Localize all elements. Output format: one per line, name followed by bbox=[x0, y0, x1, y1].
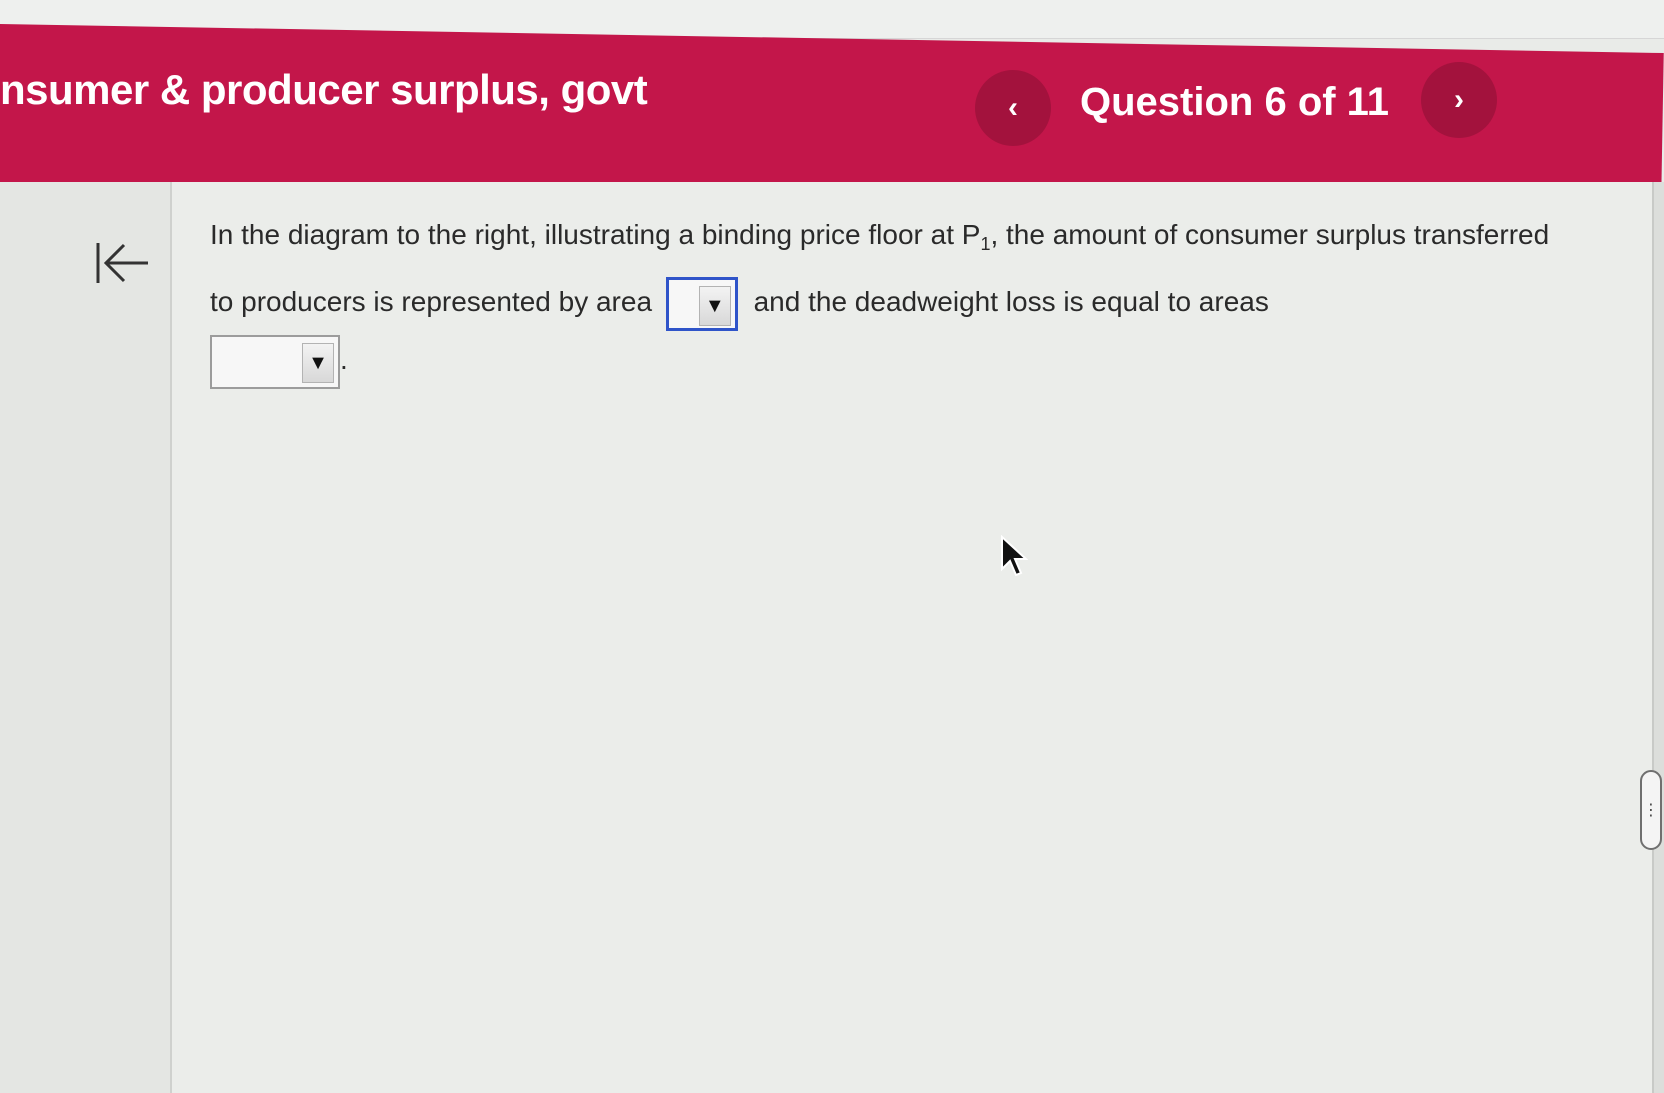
previous-question-button[interactable]: ‹ bbox=[975, 70, 1051, 146]
chevron-right-icon: › bbox=[1454, 83, 1464, 116]
more-vertical-icon: ⋮ bbox=[1643, 802, 1659, 819]
left-pane bbox=[0, 182, 172, 1093]
question-text-end: . bbox=[340, 344, 348, 375]
dropdown-arrow-icon[interactable]: ▼ bbox=[302, 342, 334, 383]
question-text: In the diagram to the right, illustratin… bbox=[210, 206, 1580, 389]
question-text-part1: In the diagram to the right, illustratin… bbox=[210, 219, 981, 250]
price-subscript: 1 bbox=[980, 234, 991, 254]
next-question-button[interactable]: › bbox=[1421, 62, 1497, 138]
deadweight-loss-dropdown[interactable]: ▼ bbox=[210, 334, 340, 389]
question-counter: Question 6 of 11 bbox=[1080, 80, 1389, 124]
mouse-cursor-icon bbox=[1001, 535, 1028, 577]
collapse-panel-icon[interactable] bbox=[92, 235, 152, 291]
right-panel-edge bbox=[1652, 182, 1664, 1093]
consumer-surplus-transfer-dropdown[interactable]: ▼ bbox=[665, 276, 738, 331]
assignment-title: nsumer & producer surplus, govt bbox=[0, 66, 648, 113]
dropdown-arrow-icon[interactable]: ▼ bbox=[698, 285, 731, 326]
chevron-left-icon: ‹ bbox=[1008, 91, 1018, 124]
panel-resize-handle[interactable]: ⋮ bbox=[1640, 770, 1662, 850]
question-text-part3: and the deadweight loss is equal to area… bbox=[753, 286, 1269, 317]
